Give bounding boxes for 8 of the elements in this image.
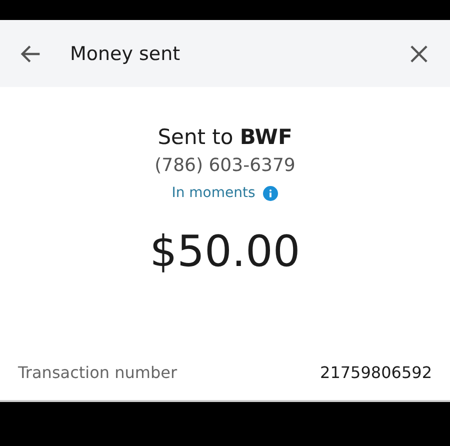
info-icon[interactable] — [263, 186, 278, 200]
recipient-line: Sent to BWF — [158, 125, 292, 149]
page-title: Money sent — [70, 42, 182, 64]
amount: $50.00 — [150, 227, 300, 277]
detail-value: 21759806592 — [320, 363, 432, 382]
phone-number: (786) 603-6379 — [154, 155, 296, 176]
detail-label: Transaction number — [18, 363, 178, 382]
delivery-time: In moments — [172, 185, 256, 201]
